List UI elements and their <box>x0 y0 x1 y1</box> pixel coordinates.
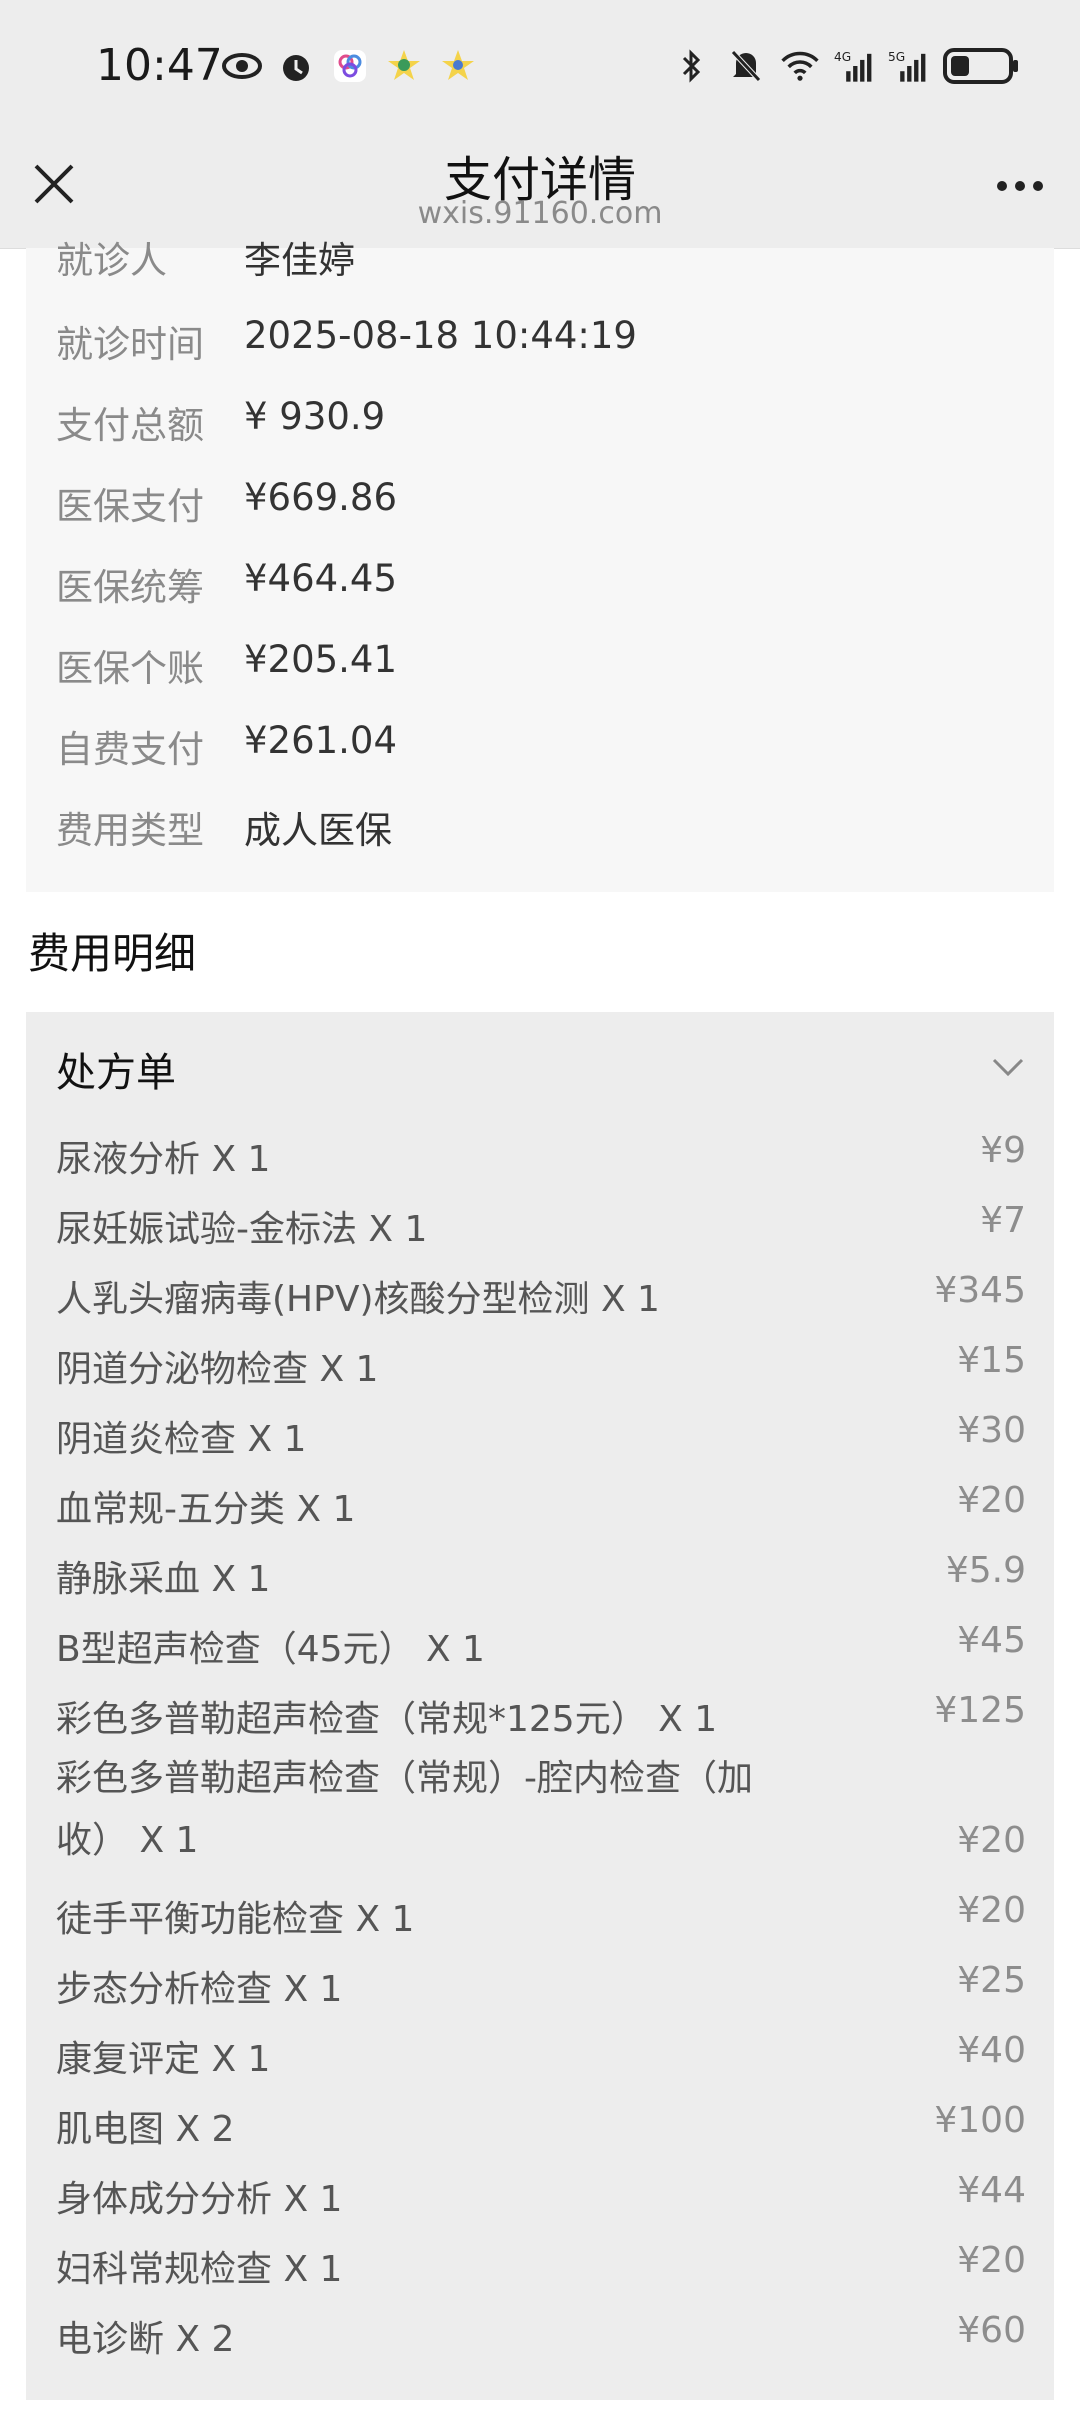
info-value: ¥464.45 <box>244 557 398 600</box>
item-name: 康复评定 X 1 <box>56 2039 271 2080</box>
app-icon <box>330 46 370 86</box>
info-label: 就诊人 <box>56 239 167 282</box>
info-value: ¥261.04 <box>244 719 398 762</box>
item-price: ¥20 <box>957 1890 1026 1931</box>
item-name: 肌电图 X 2 <box>56 2109 235 2150</box>
item-name: 妇科常规检查 X 1 <box>56 2249 343 2290</box>
info-value: ¥205.41 <box>244 638 398 681</box>
item-name: 血常规-五分类 X 1 <box>56 1489 356 1530</box>
prescription-card: 处方单 尿液分析 X 1 ¥9 尿妊娠试验-金标法 X 1 ¥7 人乳头瘤病毒(… <box>26 1012 1054 2400</box>
info-label: 医保个账 <box>56 647 204 690</box>
more-button[interactable] <box>988 160 1052 212</box>
item-price: ¥30 <box>957 1410 1026 1451</box>
fee-details-heading: 费用明细 <box>28 929 197 978</box>
item-name: 徒手平衡功能检查 X 1 <box>56 1899 415 1940</box>
item-price: ¥15 <box>957 1340 1026 1381</box>
item-price: ¥45 <box>957 1620 1026 1661</box>
item-price: ¥60 <box>957 2310 1026 2351</box>
item-name: 彩色多普勒超声检查（常规）-腔内检查（加收） X 1 <box>56 1758 753 1861</box>
item-price: ¥100 <box>934 2100 1026 2141</box>
star-badge-icon <box>384 46 424 86</box>
info-label: 就诊时间 <box>56 323 204 366</box>
4g-signal-icon: 4G <box>834 46 874 86</box>
item-price: ¥25 <box>957 1960 1026 2001</box>
item-price: ¥5.9 <box>945 1550 1026 1591</box>
item-price: ¥44 <box>957 2170 1026 2211</box>
item-name: 电诊断 X 2 <box>56 2319 235 2360</box>
item-name: 静脉采血 X 1 <box>56 1559 271 1600</box>
item-price: ¥40 <box>957 2030 1026 2071</box>
wifi-icon <box>780 46 820 86</box>
info-value: 李佳婷 <box>244 239 355 282</box>
bluetooth-icon <box>672 46 712 86</box>
page-url: wxis.91160.com <box>417 196 663 231</box>
item-name: B型超声检查（45元） X 1 <box>56 1629 485 1670</box>
item-price: ¥20 <box>957 2240 1026 2281</box>
info-label: 自费支付 <box>56 728 204 771</box>
info-value: 2025-08-18 10:44:19 <box>244 314 637 357</box>
chevron-down-icon[interactable] <box>986 1044 1030 1088</box>
item-name: 彩色多普勒超声检查（常规*125元） X 1 <box>56 1699 718 1740</box>
alarm-icon <box>276 46 316 86</box>
item-name: 阴道分泌物检查 X 1 <box>56 1349 379 1390</box>
info-label: 医保支付 <box>56 485 204 528</box>
svg-text:4G: 4G <box>834 50 851 64</box>
item-name: 阴道炎检查 X 1 <box>56 1419 307 1460</box>
list-item: 彩色多普勒超声检查（常规）-腔内检查（加收） X 1 ¥20 <box>56 1758 1026 1880</box>
item-price: ¥345 <box>934 1270 1026 1311</box>
info-label: 医保统筹 <box>56 566 204 609</box>
prescription-title[interactable]: 处方单 <box>56 1040 176 1098</box>
battery-icon <box>942 46 1022 86</box>
item-price: ¥125 <box>934 1690 1026 1731</box>
status-time: 10:47 <box>96 40 223 91</box>
item-price: ¥20 <box>957 1820 1026 1861</box>
status-bar: 10:47 4G 5G <box>0 0 1080 140</box>
item-name: 身体成分分析 X 1 <box>56 2179 343 2220</box>
item-price: ¥7 <box>980 1200 1026 1241</box>
mute-icon <box>726 46 766 86</box>
item-name: 步态分析检查 X 1 <box>56 1969 343 2010</box>
item-name: 尿妊娠试验-金标法 X 1 <box>56 1209 428 1250</box>
star-badge-icon <box>438 46 478 86</box>
item-name: 尿液分析 X 1 <box>56 1139 271 1180</box>
info-value: ¥669.86 <box>244 476 398 519</box>
more-icon <box>997 181 1043 191</box>
item-price: ¥20 <box>957 1480 1026 1521</box>
info-label: 费用类型 <box>56 809 204 852</box>
item-name: 人乳头瘤病毒(HPV)核酸分型检测 X 1 <box>56 1279 660 1320</box>
info-label: 支付总额 <box>56 404 204 447</box>
info-value: 成人医保 <box>244 809 392 852</box>
5g-signal-icon: 5G <box>888 46 928 86</box>
payment-info-card: 就诊人 李佳婷 就诊时间 2025-08-18 10:44:19 支付总额 ¥ … <box>26 239 1054 892</box>
eye-icon <box>222 46 262 86</box>
item-price: ¥9 <box>980 1130 1026 1171</box>
info-value: ¥ 930.9 <box>244 395 386 438</box>
svg-text:5G: 5G <box>888 50 905 64</box>
